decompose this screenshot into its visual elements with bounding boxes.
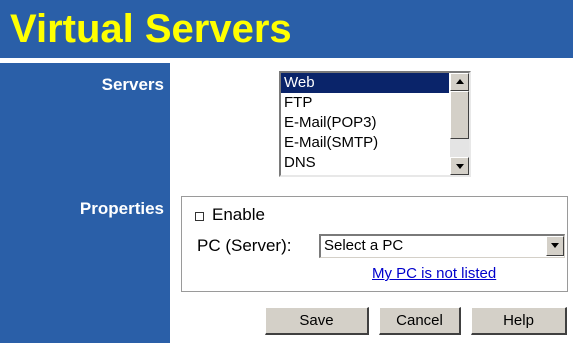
pc-server-label: PC (Server): [197,236,292,255]
properties-panel: Enable PC (Server): Select a PC My PC is… [181,196,568,292]
scroll-up-button[interactable] [450,73,469,91]
enable-checkbox[interactable] [195,212,204,221]
list-item-web[interactable]: Web [281,73,449,93]
listbox-scrollbar[interactable] [450,73,469,175]
pc-select-dropdown[interactable]: Select a PC [319,234,565,258]
list-item-ftp[interactable]: FTP [281,93,449,113]
chevron-down-icon [551,243,559,248]
servers-listbox[interactable]: Web FTP E-Mail(POP3) E-Mail(SMTP) DNS [279,71,471,177]
page-title: Virtual Servers [10,7,292,51]
scroll-down-button[interactable] [450,157,469,175]
list-item-dns[interactable]: DNS [281,153,449,173]
page-header: Virtual Servers [0,0,573,58]
servers-label: Servers [101,75,164,94]
enable-label: Enable [212,205,265,224]
save-button[interactable]: Save [265,307,369,335]
list-item-email-pop3[interactable]: E-Mail(POP3) [281,113,449,133]
help-button[interactable]: Help [471,307,567,335]
scroll-thumb[interactable] [450,91,469,139]
my-pc-not-listed-link[interactable]: My PC is not listed [372,265,496,282]
cancel-button[interactable]: Cancel [379,307,461,335]
arrow-up-icon [456,79,464,84]
label-column: Servers Properties [0,63,170,343]
arrow-down-icon [456,164,464,169]
properties-label: Properties [79,199,164,218]
list-item-email-smtp[interactable]: E-Mail(SMTP) [281,133,449,153]
dropdown-button[interactable] [546,236,564,256]
pc-select-value: Select a PC [324,237,404,254]
servers-list: Web FTP E-Mail(POP3) E-Mail(SMTP) DNS [281,73,449,175]
